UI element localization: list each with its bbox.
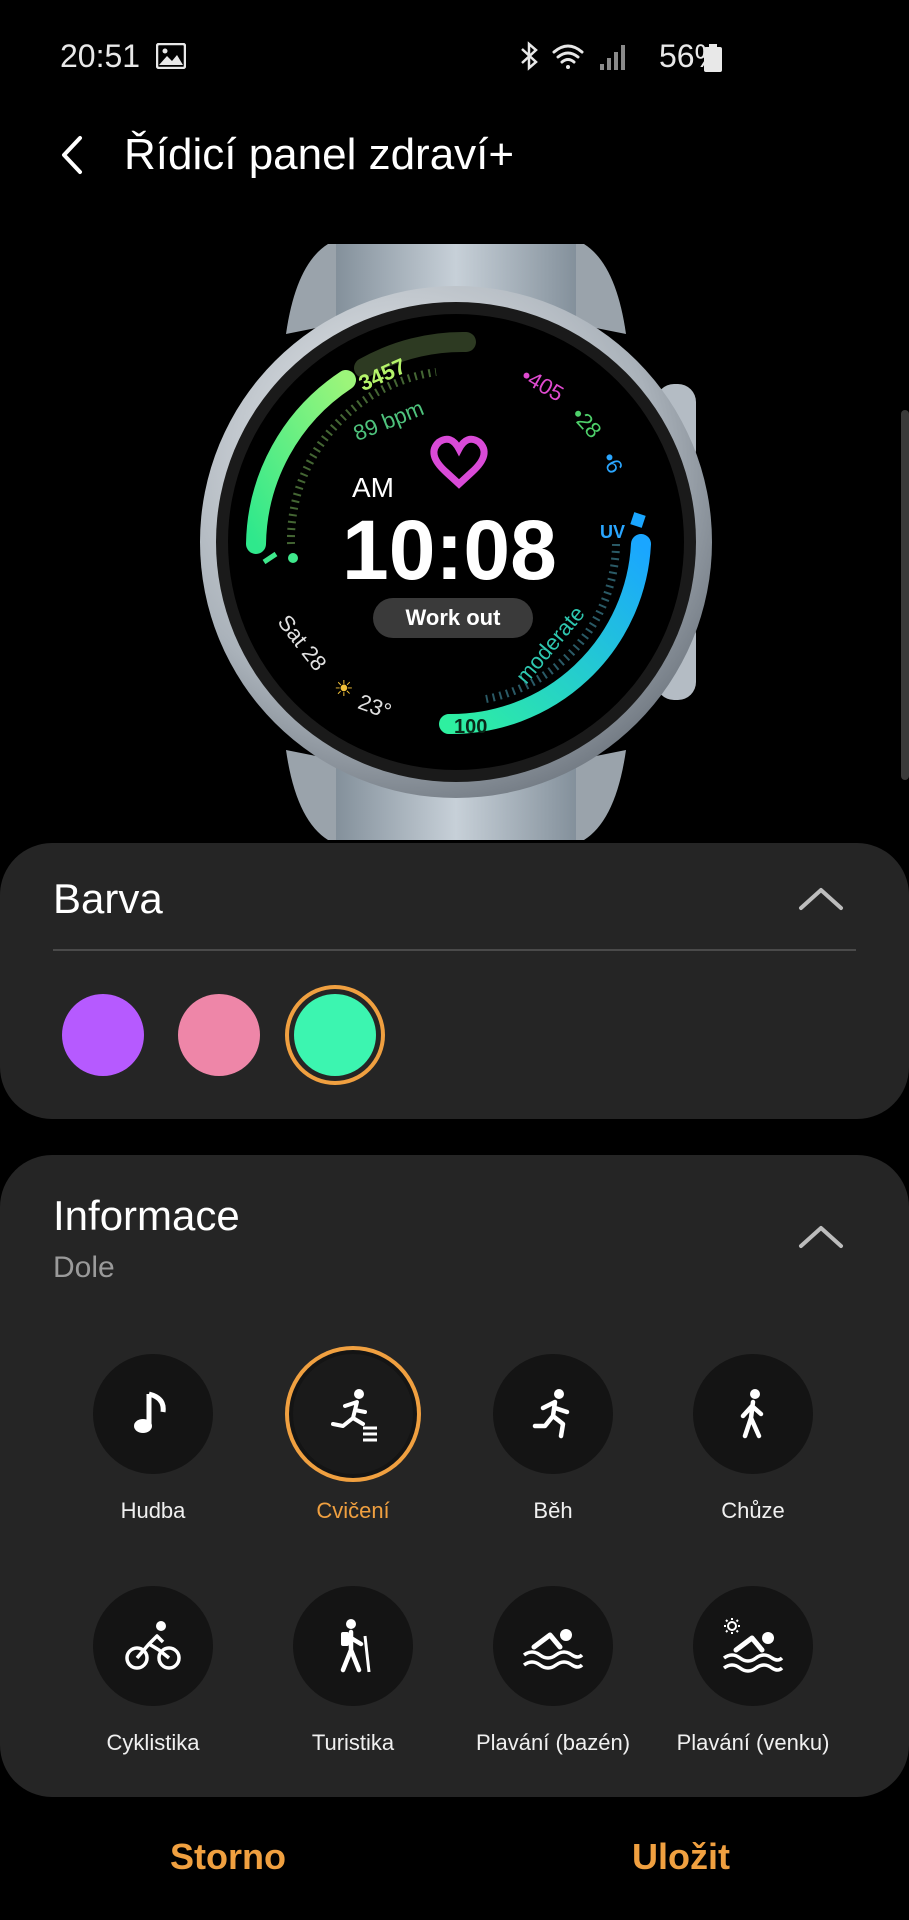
app-screen: 20:51 56% Řídicí panel zdraví+ 3457 89 b… bbox=[0, 0, 909, 1920]
exercise-item-swimming-outdoor[interactable]: Plavání (venku) bbox=[653, 1586, 853, 1766]
wifi-icon bbox=[552, 44, 584, 69]
hiking-icon bbox=[340, 1619, 371, 1673]
swimming-pool-icon bbox=[522, 1629, 584, 1670]
page-title: Řídicí panel zdraví+ bbox=[124, 130, 515, 179]
watch-ampm: AM bbox=[352, 472, 394, 503]
exercise-circle[interactable] bbox=[693, 1586, 813, 1706]
back-button[interactable] bbox=[50, 132, 96, 178]
exercise-circle[interactable] bbox=[293, 1354, 413, 1474]
gallery-notification-icon bbox=[156, 43, 186, 69]
color-swatch-green-selected[interactable] bbox=[294, 994, 376, 1076]
battery-icon bbox=[704, 44, 722, 72]
exercise-item-workout-selected[interactable]: Cvičení bbox=[253, 1354, 453, 1534]
exercise-circle[interactable] bbox=[93, 1586, 213, 1706]
exercise-circle[interactable] bbox=[493, 1586, 613, 1706]
color-section-divider bbox=[53, 949, 856, 951]
collapse-info-section-icon[interactable] bbox=[797, 1222, 845, 1250]
walking-icon bbox=[740, 1389, 764, 1439]
exercise-circle[interactable] bbox=[93, 1354, 213, 1474]
watch-bottom-value: 100 bbox=[454, 716, 488, 738]
signal-icon bbox=[600, 45, 625, 70]
save-button[interactable]: Uložit bbox=[632, 1836, 730, 1878]
color-swatch-pink[interactable] bbox=[178, 994, 260, 1076]
watch-workout-label: Work out bbox=[405, 605, 501, 630]
scroll-indicator[interactable] bbox=[901, 410, 909, 780]
exercise-circle[interactable] bbox=[493, 1354, 613, 1474]
exercise-item-hiking[interactable]: Turistika bbox=[253, 1586, 453, 1766]
status-connectivity-icons bbox=[521, 41, 625, 71]
status-time: 20:51 bbox=[60, 38, 141, 74]
exercise-circle[interactable] bbox=[293, 1586, 413, 1706]
cancel-button[interactable]: Storno bbox=[170, 1836, 286, 1878]
exercise-item-music[interactable]: Hudba bbox=[53, 1354, 253, 1534]
watch-time: 10:08 bbox=[342, 503, 557, 597]
cycling-icon bbox=[125, 1621, 181, 1670]
workout-icon bbox=[331, 1389, 377, 1442]
exercise-item-cycling[interactable]: Cyklistika bbox=[53, 1586, 253, 1766]
info-section-subtitle: Dole bbox=[53, 1251, 115, 1284]
swimming-outdoor-icon bbox=[722, 1618, 784, 1673]
running-icon bbox=[532, 1389, 570, 1439]
color-section-title: Barva bbox=[53, 875, 163, 922]
bluetooth-icon bbox=[521, 41, 538, 71]
exercise-circle[interactable] bbox=[693, 1354, 813, 1474]
exercise-item-walking[interactable]: Chůze bbox=[653, 1354, 853, 1534]
exercise-item-running[interactable]: Běh bbox=[453, 1354, 653, 1534]
weather-icon: ☀ bbox=[334, 676, 354, 701]
music-note-icon bbox=[134, 1391, 166, 1433]
exercise-label: Plavání (venku) bbox=[676, 1730, 830, 1755]
exercise-item-swimming-pool[interactable]: Plavání (bazén) bbox=[453, 1586, 653, 1766]
color-swatch-purple[interactable] bbox=[62, 994, 144, 1076]
info-section-title: Informace bbox=[53, 1192, 240, 1239]
watch-workout-pill: Work out bbox=[373, 598, 533, 638]
exercise-label: Chůze bbox=[721, 1498, 785, 1523]
collapse-color-section-icon[interactable] bbox=[797, 884, 845, 912]
watch-uv-label: UV bbox=[600, 522, 626, 542]
